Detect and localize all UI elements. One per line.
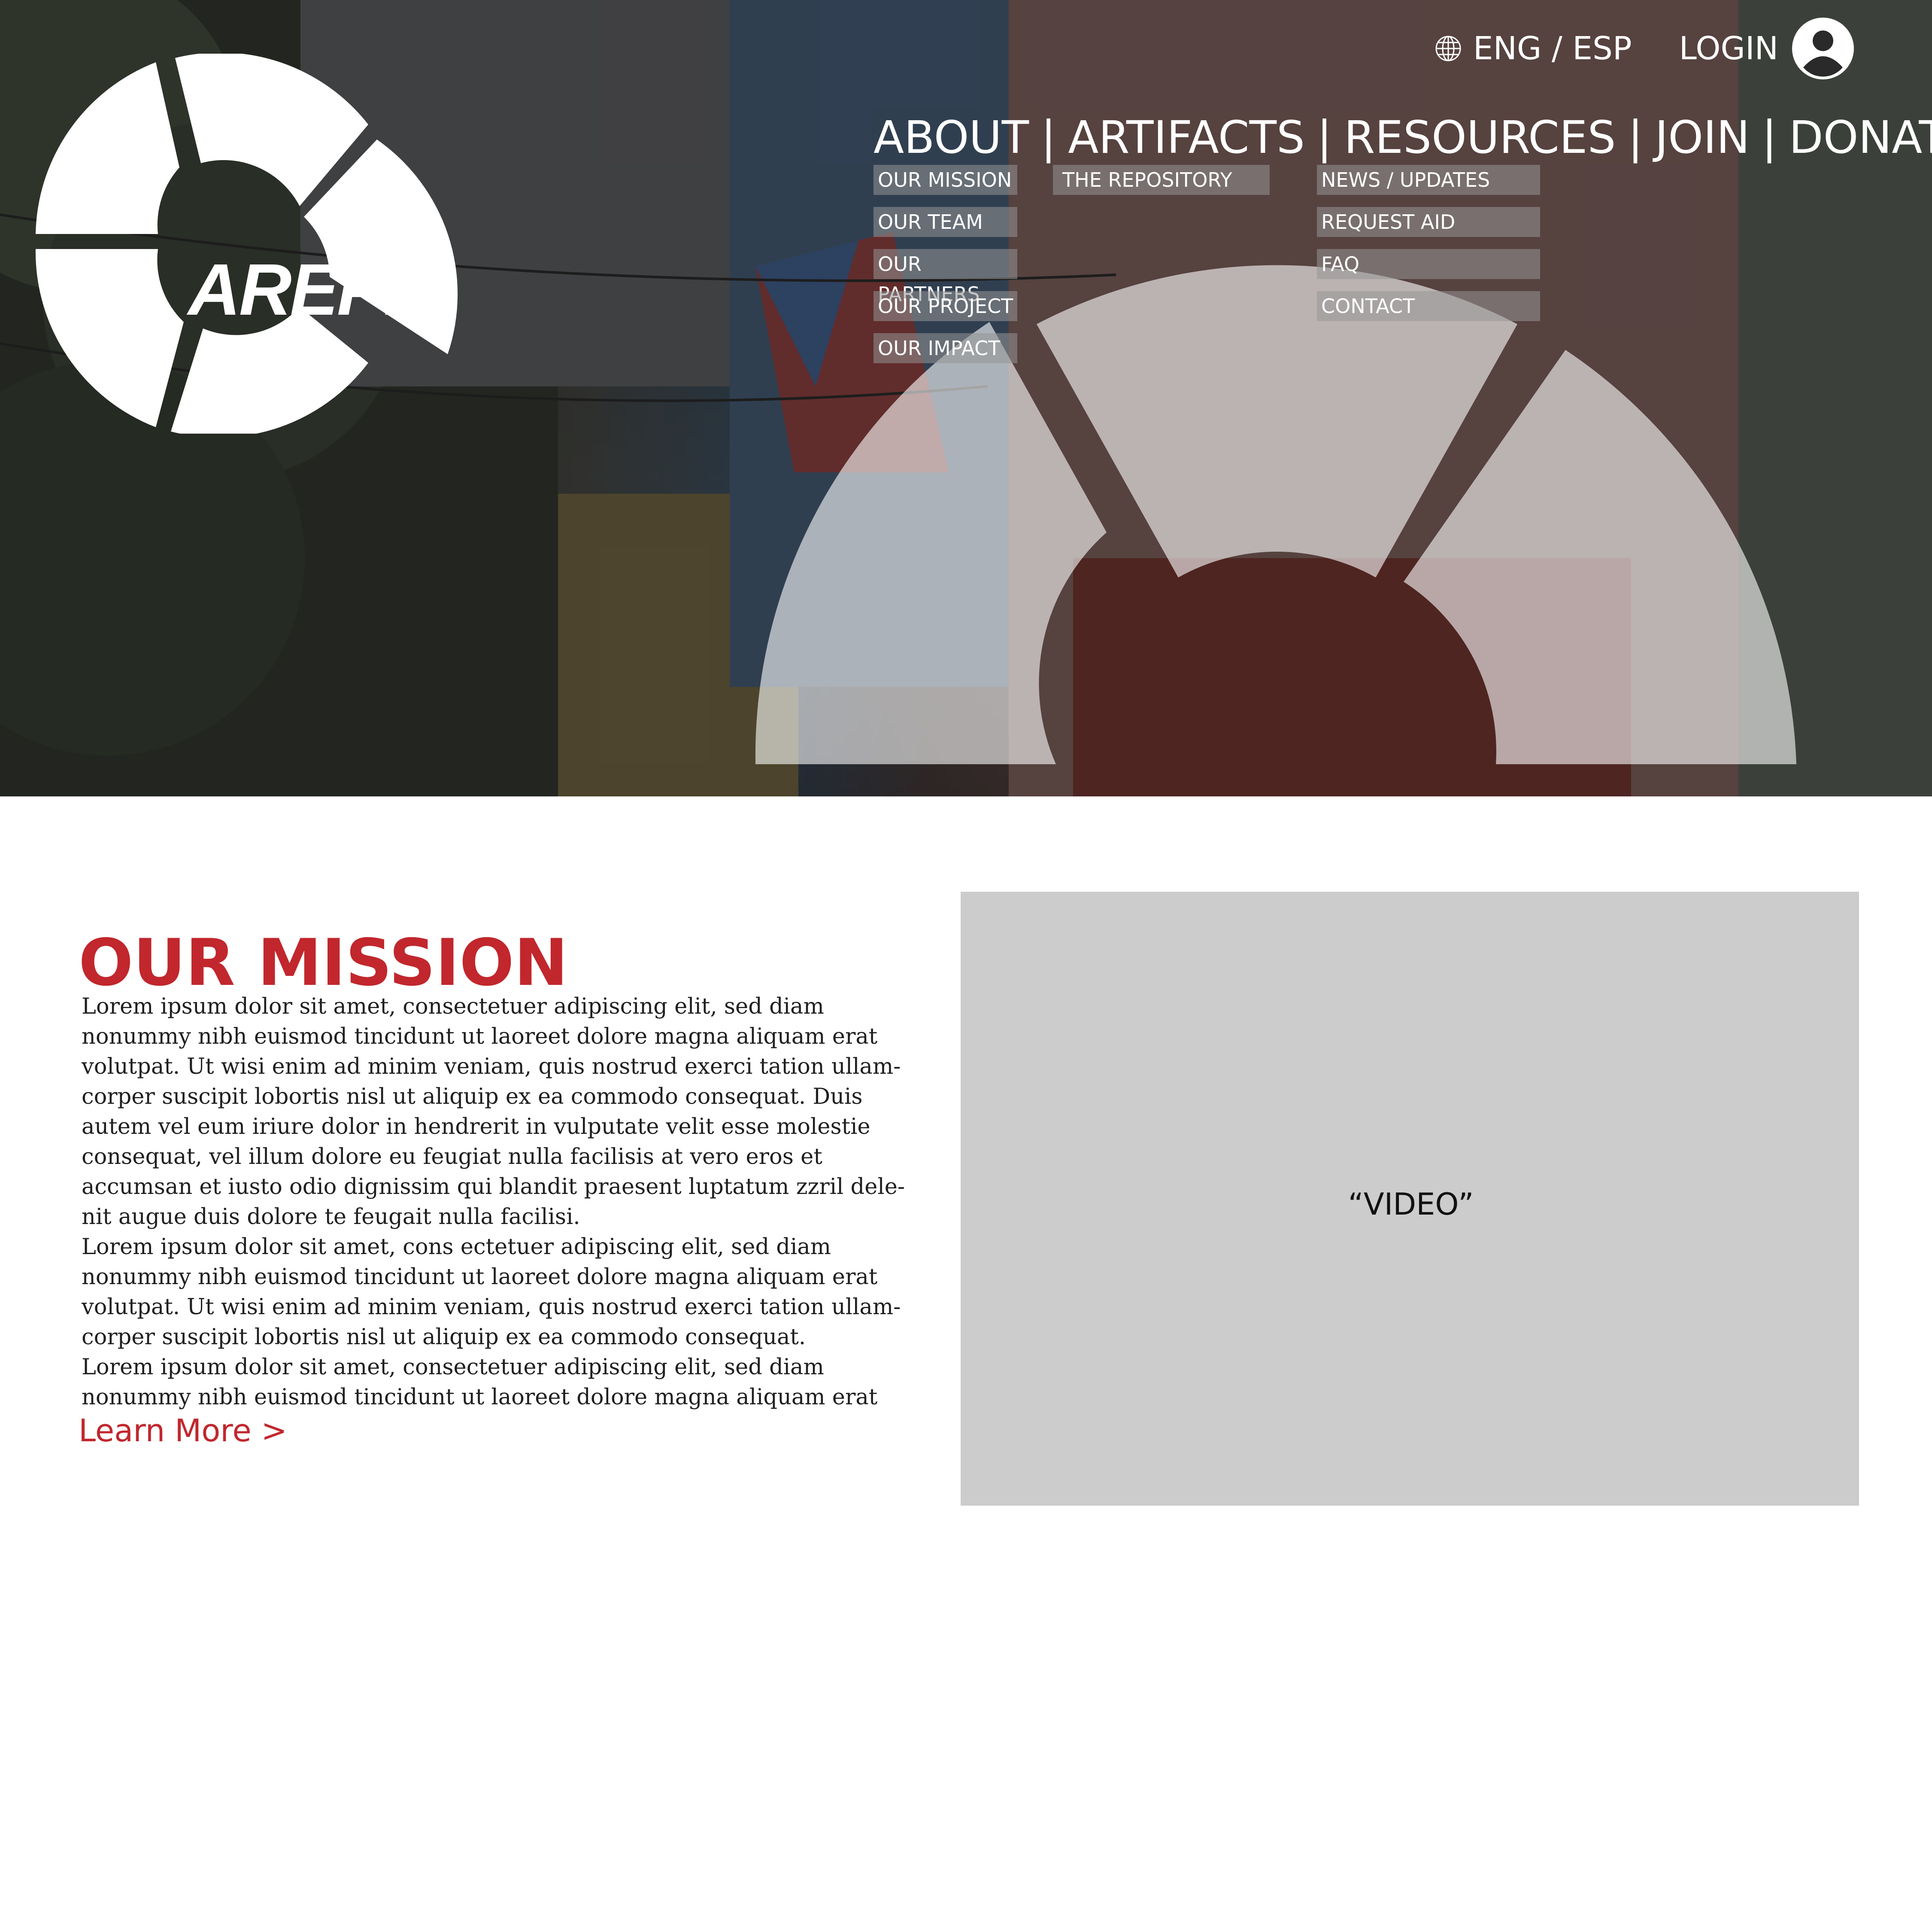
nav-donate[interactable]: DONATE [1789, 111, 1932, 164]
video-label: “VIDEO” [1348, 1186, 1474, 1222]
top-utility-bar: ENG / ESP LOGIN [1435, 18, 1855, 79]
submenu-item-our-impact[interactable]: OUR IMPACT [873, 333, 1017, 363]
nav-separator: | [1762, 111, 1777, 164]
nav-separator: | [1041, 111, 1056, 164]
submenu-item-news-updates[interactable]: NEWS / UPDATES [1317, 165, 1540, 195]
arepr-logo[interactable]: AREPR [33, 52, 480, 438]
logo-text: AREPR [188, 249, 437, 331]
submenu-item-our-partners[interactable]: OUR PARTNERS [873, 249, 1017, 306]
mission-paragraph: Lorem ipsum dolor sit amet, cons ectetue… [82, 1234, 901, 1350]
nav-separator: | [1317, 111, 1332, 164]
about-submenu: OUR MISSION OUR TEAM OUR PARTNERS OUR PR… [873, 165, 1017, 375]
submenu-item-our-mission[interactable]: OUR MISSION [873, 165, 1017, 195]
language-switch-label: ENG / ESP [1473, 30, 1632, 67]
resources-submenu: NEWS / UPDATES REQUEST AID FAQ CONTACT [1317, 165, 1540, 333]
hero-banner: AREPR ENG / ESP LOGIN ABOUT | ARTIFACTS … [0, 0, 1932, 796]
login-button[interactable]: LOGIN [1679, 17, 1855, 80]
submenu-item-our-project[interactable]: OUR PROJECT [873, 291, 1017, 321]
nav-join[interactable]: JOIN [1655, 111, 1750, 164]
artifacts-submenu: THE REPOSITORY [1053, 165, 1270, 207]
logo-wheel-icon [35, 52, 458, 438]
mission-text: Lorem ipsum dolor sit amet, consectetuer… [82, 992, 914, 1413]
mission-paragraph: Lorem ipsum dolor sit amet, consectetuer… [82, 1355, 878, 1410]
submenu-item-the-repository[interactable]: THE REPOSITORY [1053, 165, 1270, 195]
nav-about[interactable]: ABOUT [873, 111, 1029, 164]
user-avatar-icon [1792, 18, 1854, 79]
learn-more-link[interactable]: Learn More > [79, 1413, 287, 1449]
submenu-item-faq[interactable]: FAQ [1317, 249, 1540, 279]
submenu-item-request-aid[interactable]: REQUEST AID [1317, 207, 1540, 237]
mission-paragraph: Lorem ipsum dolor sit amet, consectetuer… [82, 994, 905, 1230]
language-switch[interactable]: ENG / ESP [1435, 30, 1632, 67]
video-placeholder[interactable]: “VIDEO” [961, 892, 1859, 1506]
submenu-item-contact[interactable]: CONTACT [1317, 291, 1540, 321]
nav-separator: | [1628, 111, 1643, 164]
nav-artifacts[interactable]: ARTIFACTS [1068, 111, 1305, 164]
login-label: LOGIN [1679, 30, 1778, 67]
globe-icon [1435, 36, 1461, 61]
main-navigation: ABOUT | ARTIFACTS | RESOURCES | JOIN | D… [873, 109, 1932, 165]
submenu-item-our-team[interactable]: OUR TEAM [873, 207, 1017, 237]
nav-resources[interactable]: RESOURCES [1344, 111, 1616, 164]
mission-heading: OUR MISSION [79, 925, 568, 1000]
